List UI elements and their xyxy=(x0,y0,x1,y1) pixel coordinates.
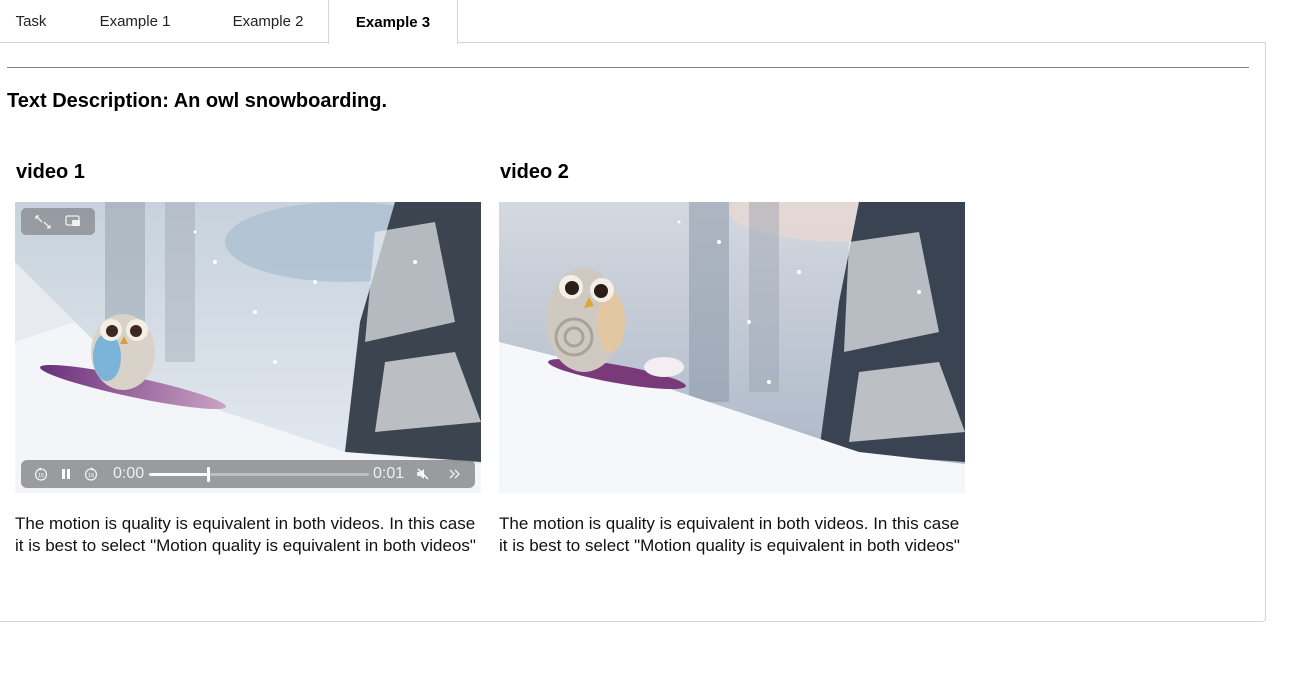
rewind-15-icon[interactable]: 15 xyxy=(33,460,49,488)
video-1-player[interactable]: 15 15 0:00 0:01 xyxy=(15,202,481,493)
tab-example-1[interactable]: Example 1 xyxy=(62,0,208,43)
video-1-frame xyxy=(15,202,481,493)
video-2-frame xyxy=(499,202,965,493)
video-2-player[interactable] xyxy=(499,202,965,493)
svg-text:15: 15 xyxy=(38,473,44,479)
svg-text:15: 15 xyxy=(88,473,94,479)
video-1-playback-bar: 15 15 0:00 0:01 xyxy=(21,460,475,488)
fullscreen-icon[interactable] xyxy=(35,215,51,229)
video-1-top-controls xyxy=(21,208,95,235)
tab-bar: Task Example 1 Example 2 Example 3 xyxy=(0,0,1266,44)
text-description: Text Description: An owl snowboarding. xyxy=(7,90,388,112)
video-1-caption: The motion is quality is equivalent in b… xyxy=(15,514,476,555)
video-1-title: video 1 xyxy=(16,161,85,183)
current-time: 0:00 xyxy=(113,465,145,482)
divider xyxy=(7,67,1249,68)
chevron-double-right-icon[interactable] xyxy=(447,460,463,488)
speaker-muted-icon[interactable] xyxy=(415,460,431,488)
tab-example-3[interactable]: Example 3 xyxy=(328,0,458,44)
video-2-title: video 2 xyxy=(500,161,569,183)
video-2-caption: The motion is quality is equivalent in b… xyxy=(499,514,960,555)
duration: 0:01 xyxy=(373,465,405,482)
tab-task[interactable]: Task xyxy=(0,0,62,43)
seek-thumb[interactable] xyxy=(207,467,211,482)
picture-in-picture-icon[interactable] xyxy=(65,215,80,226)
tab-example-2[interactable]: Example 2 xyxy=(208,0,328,43)
seek-slider[interactable] xyxy=(149,467,369,482)
seek-progress xyxy=(149,473,209,476)
forward-15-icon[interactable]: 15 xyxy=(83,460,99,488)
pause-icon[interactable] xyxy=(59,460,73,488)
